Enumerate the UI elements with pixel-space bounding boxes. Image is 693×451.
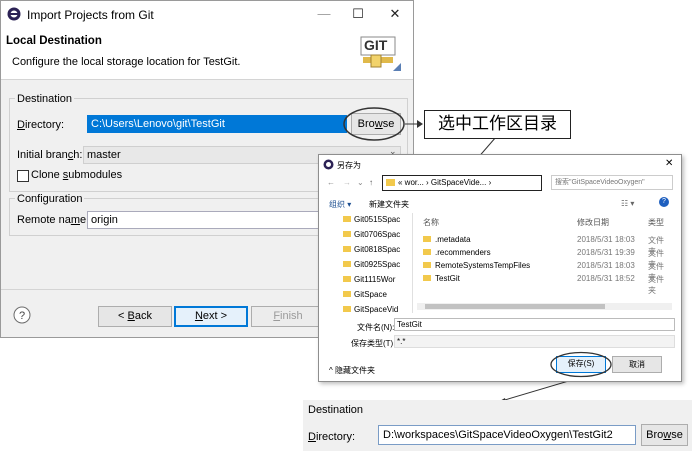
sidebar: Git0515Spac Git0706Spac Git0818Spac Git0… [343, 213, 409, 314]
column-header-type[interactable]: 类型 [648, 217, 664, 228]
sidebar-item[interactable]: GitSpace [343, 290, 387, 299]
save-as-dialog: 另存为 ✕ ← → ⌄ ↑ « wor... › GitSpaceVide...… [318, 154, 682, 382]
cancel-button[interactable]: 取消 [612, 356, 662, 373]
sidebar-item[interactable]: Git0515Spac [343, 215, 400, 224]
sidebar-item[interactable]: Git1115Wor [343, 275, 395, 284]
result-directory-label: Directory: [308, 431, 356, 443]
save-dialog-title: 另存为 [337, 161, 361, 170]
result-group-title: Destination [308, 404, 364, 416]
view-icon[interactable]: ☷ ▾ [621, 199, 634, 208]
breadcrumb: « wor... › GitSpaceVide... › [398, 178, 492, 187]
folder-icon [386, 179, 395, 186]
result-directory-input[interactable]: D:\workspaces\GitSpaceVideoOxygen\TestGi… [378, 425, 636, 445]
horizontal-scrollbar[interactable] [417, 303, 672, 310]
nav-forward-icon[interactable]: → [343, 178, 351, 187]
nav-back-icon[interactable]: ← [327, 178, 335, 187]
sidebar-item[interactable]: GitSpaceVid [343, 305, 398, 314]
column-header-date[interactable]: 修改日期 [577, 217, 609, 228]
file-row[interactable]: RemoteSystemsTempFiles 2018/5/31 18:03 文件夹 [423, 261, 668, 282]
new-folder-button[interactable]: 新建文件夹 [369, 199, 409, 210]
file-row[interactable]: .recommenders 2018/5/31 19:39 文件夹 [423, 248, 668, 269]
help-icon[interactable]: ? [659, 197, 669, 207]
result-browse-button[interactable]: Browse [641, 424, 688, 446]
scrollbar-thumb[interactable] [425, 304, 605, 309]
nav-up-icon[interactable]: ↑ [369, 178, 373, 187]
filetype-label: 保存类型(T): [351, 339, 396, 348]
organize-menu[interactable]: 组织 ▾ [329, 199, 351, 210]
search-input[interactable]: 搜索"GitSpaceVideoOxygen" [551, 175, 673, 190]
filename-input[interactable]: TestGit [394, 318, 675, 331]
callout-box: 选中工作区目录 [424, 110, 571, 139]
sidebar-item[interactable]: Git0706Spac [343, 230, 400, 239]
result-panel: Destination Directory: D:\workspaces\Git… [303, 400, 692, 451]
close-icon[interactable]: ✕ [665, 158, 673, 169]
column-header-name[interactable]: 名称 [423, 217, 439, 228]
file-row[interactable]: TestGit 2018/5/31 18:52 文件夹 [423, 274, 668, 295]
sidebar-item[interactable]: Git0925Spac [343, 260, 400, 269]
address-bar[interactable]: « wor... › GitSpaceVide... › [382, 175, 542, 191]
eclipse-icon [323, 159, 334, 170]
filename-label: 文件名(N): [357, 323, 395, 332]
file-row[interactable]: .metadata 2018/5/31 18:03 文件夹 [423, 235, 668, 256]
sidebar-item[interactable]: Git0818Spac [343, 245, 400, 254]
pane-divider [412, 213, 413, 313]
filetype-select[interactable]: *.* [394, 335, 675, 348]
chevron-down-icon[interactable]: ⌄ [357, 178, 364, 187]
hide-folders-toggle[interactable]: ^ 隐藏文件夹 [329, 365, 375, 376]
save-highlight-ring [550, 351, 612, 378]
